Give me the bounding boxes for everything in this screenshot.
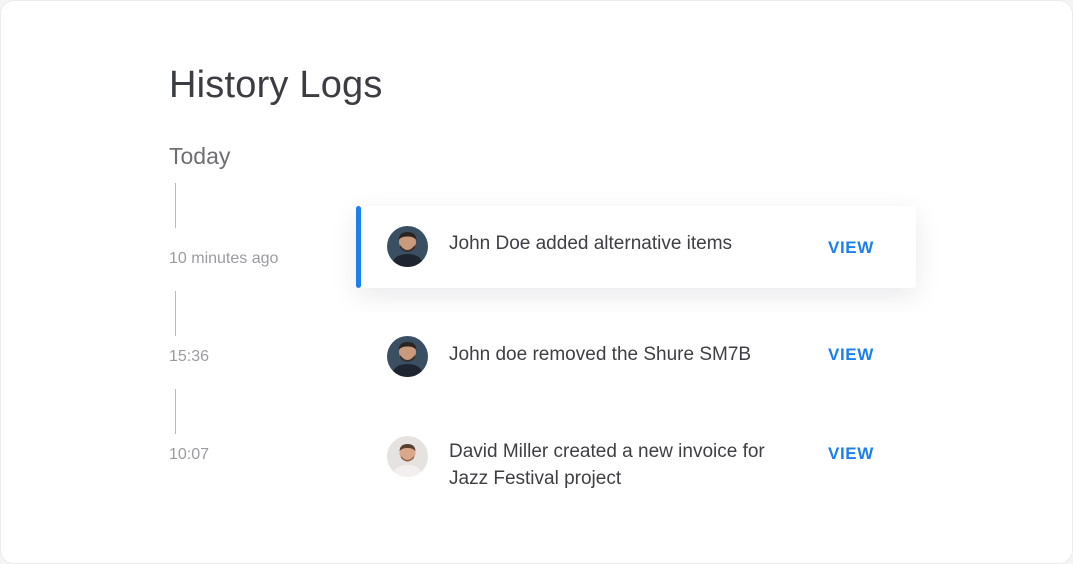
- history-logs-panel: History Logs Today 10 minutes ago 15:36 …: [0, 0, 1073, 564]
- timeline-connector: [175, 389, 176, 434]
- active-indicator: [356, 206, 361, 288]
- timeline-connector: [175, 291, 176, 336]
- log-entry[interactable]: John doe removed the Shure SM7B VIEW: [357, 313, 916, 397]
- timeline-time: 10:07: [169, 446, 210, 463]
- log-message: David Miller created a new invoice for J…: [449, 441, 765, 489]
- timeline-connector: [175, 183, 176, 228]
- avatar-david-miller: [387, 436, 428, 477]
- avatar-john-doe: [387, 226, 428, 267]
- view-button[interactable]: VIEW: [828, 345, 874, 365]
- timeline-time: 10 minutes ago: [169, 250, 279, 267]
- timeline-time: 15:36: [169, 348, 210, 365]
- view-button[interactable]: VIEW: [828, 238, 874, 258]
- avatar-john-doe: [387, 336, 428, 377]
- section-label-today: Today: [169, 143, 231, 169]
- log-entry[interactable]: David Miller created a new invoice for J…: [357, 411, 916, 511]
- log-message: John doe removed the Shure SM7B: [449, 344, 752, 365]
- log-entry[interactable]: John Doe added alternative items VIEW: [356, 206, 916, 288]
- log-message: John Doe added alternative items: [449, 233, 733, 254]
- view-button[interactable]: VIEW: [828, 444, 874, 464]
- page-title: History Logs: [169, 64, 383, 106]
